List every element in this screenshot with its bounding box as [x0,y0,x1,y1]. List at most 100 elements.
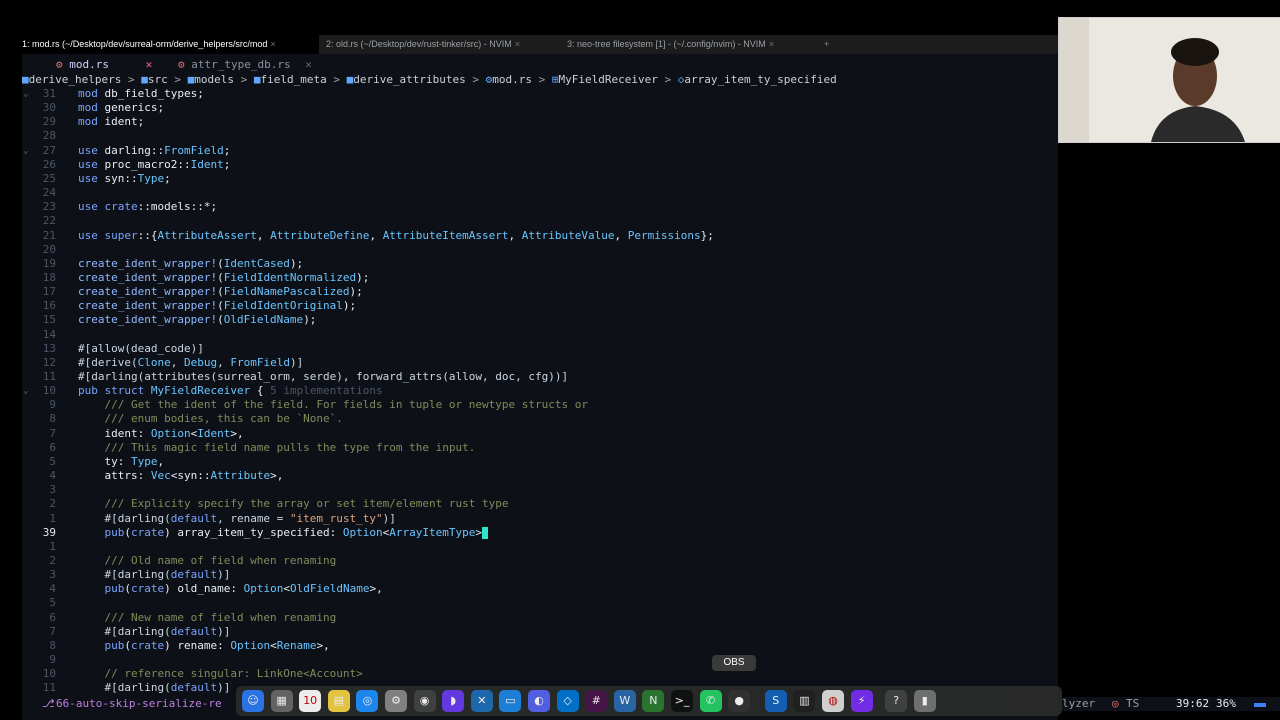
notes-icon[interactable]: ▤ [327,690,350,712]
code-token: )] [217,681,231,695]
breadcrumb-separator: > [326,73,347,86]
chrome-icon[interactable]: ◍ [822,690,844,712]
code-line[interactable]: 18 create_ident_wrapper!(FieldIdentNormal… [22,271,1058,285]
screen-icon[interactable]: ▭ [499,690,522,712]
breadcrumb-item[interactable]: field_meta [260,73,326,86]
close-icon[interactable]: ✕ [146,58,153,71]
code-line[interactable]: 29 mod ident; [22,115,1058,129]
code-line[interactable]: 8 pub(crate) rename: Option<Rename>, [22,639,1058,653]
breadcrumb-item[interactable]: derive_helpers [29,73,122,86]
terminal-tab-1[interactable]: 1: mod.rs (~/Desktop/dev/surreal-orm/der… [22,35,319,54]
code-token: ); [356,270,370,284]
code-line[interactable]: 4 attrs: Vec<syn::Attribute>, [22,469,1058,483]
terminal-tab-2[interactable]: 2: old.rs (~/Desktop/dev/rust-tinker/src… [326,35,520,54]
breadcrumb-item[interactable]: array_item_ty_specified [684,73,836,86]
code-line[interactable]: 1 [22,540,1058,554]
code-line[interactable]: 8 /// enum bodies, this can be `None`. [22,412,1058,426]
code-text: use proc_macro2::Ident; [78,158,230,172]
breadcrumb-item[interactable]: mod.rs [492,73,532,86]
code-line[interactable]: 5 ty: Type, [22,455,1058,469]
code-line[interactable]: 9 [22,653,1058,667]
code-line[interactable]: 15 create_ident_wrapper!(OldFieldName); [22,313,1058,327]
launchpad-icon[interactable]: ▦ [270,690,293,712]
discord-icon[interactable]: ◐ [528,690,550,712]
code-line[interactable]: 12 #[derive(Clone, Debug, FromField)] [22,356,1058,370]
line-number: 8 [49,412,56,426]
close-icon[interactable]: × [515,39,520,49]
code-line[interactable]: 30 mod generics; [22,101,1058,115]
code-line[interactable]: 10 // reference singular: LinkOne<Accoun… [22,667,1058,681]
code-line[interactable]: 7 ident: Option<Ident>, [22,427,1058,441]
code-line[interactable]: 25 use syn::Type; [22,172,1058,186]
app-icon[interactable]: ◉ [413,690,436,712]
close-icon[interactable]: × [270,39,275,49]
obs-icon[interactable]: ● [728,690,751,712]
code-line[interactable]: 1 #[darling(default, rename = "item_rust… [22,512,1058,526]
code-line[interactable]: 11 #[darling(attributes(surreal_orm, serd… [22,370,1058,384]
code-line[interactable]: 23 use crate::models::*; [22,200,1058,214]
settings-icon[interactable]: ⚙ [385,690,407,712]
code-line[interactable]: 20 [22,243,1058,257]
code-line[interactable]: 9 /// Get the ident of the field. For fi… [22,398,1058,412]
line-number: 23 [42,200,56,214]
arc-icon[interactable]: ◗ [442,690,465,712]
code-line[interactable]: 2 /// Old name of field when renaming [22,554,1058,568]
fold-icon[interactable]: ⌄ [23,144,28,158]
sw-icon[interactable]: W [613,690,636,712]
xcode-icon[interactable]: ✕ [470,690,493,712]
code-line[interactable]: 7 #[darling(default)] [22,625,1058,639]
code-text: mod ident; [78,115,144,129]
slack-icon[interactable]: # [585,690,608,712]
safari-icon[interactable]: ◎ [356,690,379,712]
trash-icon[interactable]: ▮ [913,690,936,712]
buffer-tab-mod-rs[interactable]: ⚙ mod.rs ✕ [56,57,152,73]
breadcrumb-item[interactable]: MyFieldReceiver [559,73,658,86]
whatsapp-icon[interactable]: ✆ [699,690,722,712]
code-line[interactable]: 19 create_ident_wrapper!(IdentCased); [22,257,1058,271]
code-line[interactable]: 2 /// Explicity specify the array or set… [22,497,1058,511]
code-token: // reference singular: LinkOne<Account> [78,667,363,681]
terminal-tab-3[interactable]: 3: neo-tree filesystem [1] - (~/.config/… [567,35,774,54]
code-line[interactable]: ⌄ 10 pub struct MyFieldReceiver { 5 implem… [22,384,1058,398]
bolt-icon[interactable]: ⚡ [850,690,873,712]
code-text: #[darling(default)] [78,568,230,582]
code-line[interactable]: 17 create_ident_wrapper!(FieldNamePascali… [22,285,1058,299]
code-line[interactable]: 6 /// This magic field name pulls the ty… [22,441,1058,455]
calendar-icon[interactable]: 10 [299,690,322,712]
code-editor[interactable]: ⌄ 31 mod db_field_types; 30 mod generics; 29 m… [22,87,1058,707]
vscode-icon[interactable]: ◇ [556,690,579,712]
code-line[interactable]: 14 [22,328,1058,342]
code-line[interactable]: 6 /// New name of field when renaming [22,611,1058,625]
close-icon[interactable]: × [769,39,774,49]
help-icon[interactable]: ? [885,690,908,712]
code-line[interactable]: ⌄ 31 mod db_field_types; [22,87,1058,101]
sourcetree-icon[interactable]: S [764,690,787,712]
buffer-tab-attr-type-db[interactable]: ⚙ attr_type_db.rs ✕ [178,57,312,73]
code-line[interactable]: 4 pub(crate) old_name: Option<OldFieldNa… [22,582,1058,596]
code-line[interactable]: ⌄ 27 use darling::FromField; [22,144,1058,158]
breadcrumb-item[interactable]: src [148,73,168,86]
code-line[interactable]: 3 [22,483,1058,497]
fold-icon[interactable]: ⌄ [23,384,28,398]
code-line[interactable]: 21 use super::{AttributeAssert, Attribute… [22,229,1058,243]
activity-icon[interactable]: ▥ [793,690,816,712]
close-icon[interactable]: ✕ [305,58,312,71]
code-line[interactable]: 24 [22,186,1058,200]
line-number: 21 [42,228,56,242]
terminal-icon[interactable]: >_ [671,690,693,712]
code-line-current[interactable]: 39 pub(crate) array_item_ty_specified: O… [22,526,1058,540]
code-token: crate [130,582,165,596]
code-line[interactable]: 16 create_ident_wrapper!(FieldIdentOrigin… [22,299,1058,313]
new-tab-button[interactable]: + [824,35,829,54]
finder-icon[interactable]: ☺ [242,690,264,712]
code-line[interactable]: 13 #[allow(dead_code)] [22,342,1058,356]
code-line[interactable]: 26 use proc_macro2::Ident; [22,158,1058,172]
code-line[interactable]: 22 [22,214,1058,228]
code-line[interactable]: 28 [22,129,1058,143]
breadcrumb-item[interactable]: derive_attributes [353,73,466,86]
breadcrumb-item[interactable]: models [194,73,234,86]
fold-icon[interactable]: ⌄ [23,87,28,101]
neovim-icon[interactable]: N [642,690,665,712]
code-line[interactable]: 3 #[darling(default)] [22,568,1058,582]
code-line[interactable]: 5 [22,596,1058,610]
